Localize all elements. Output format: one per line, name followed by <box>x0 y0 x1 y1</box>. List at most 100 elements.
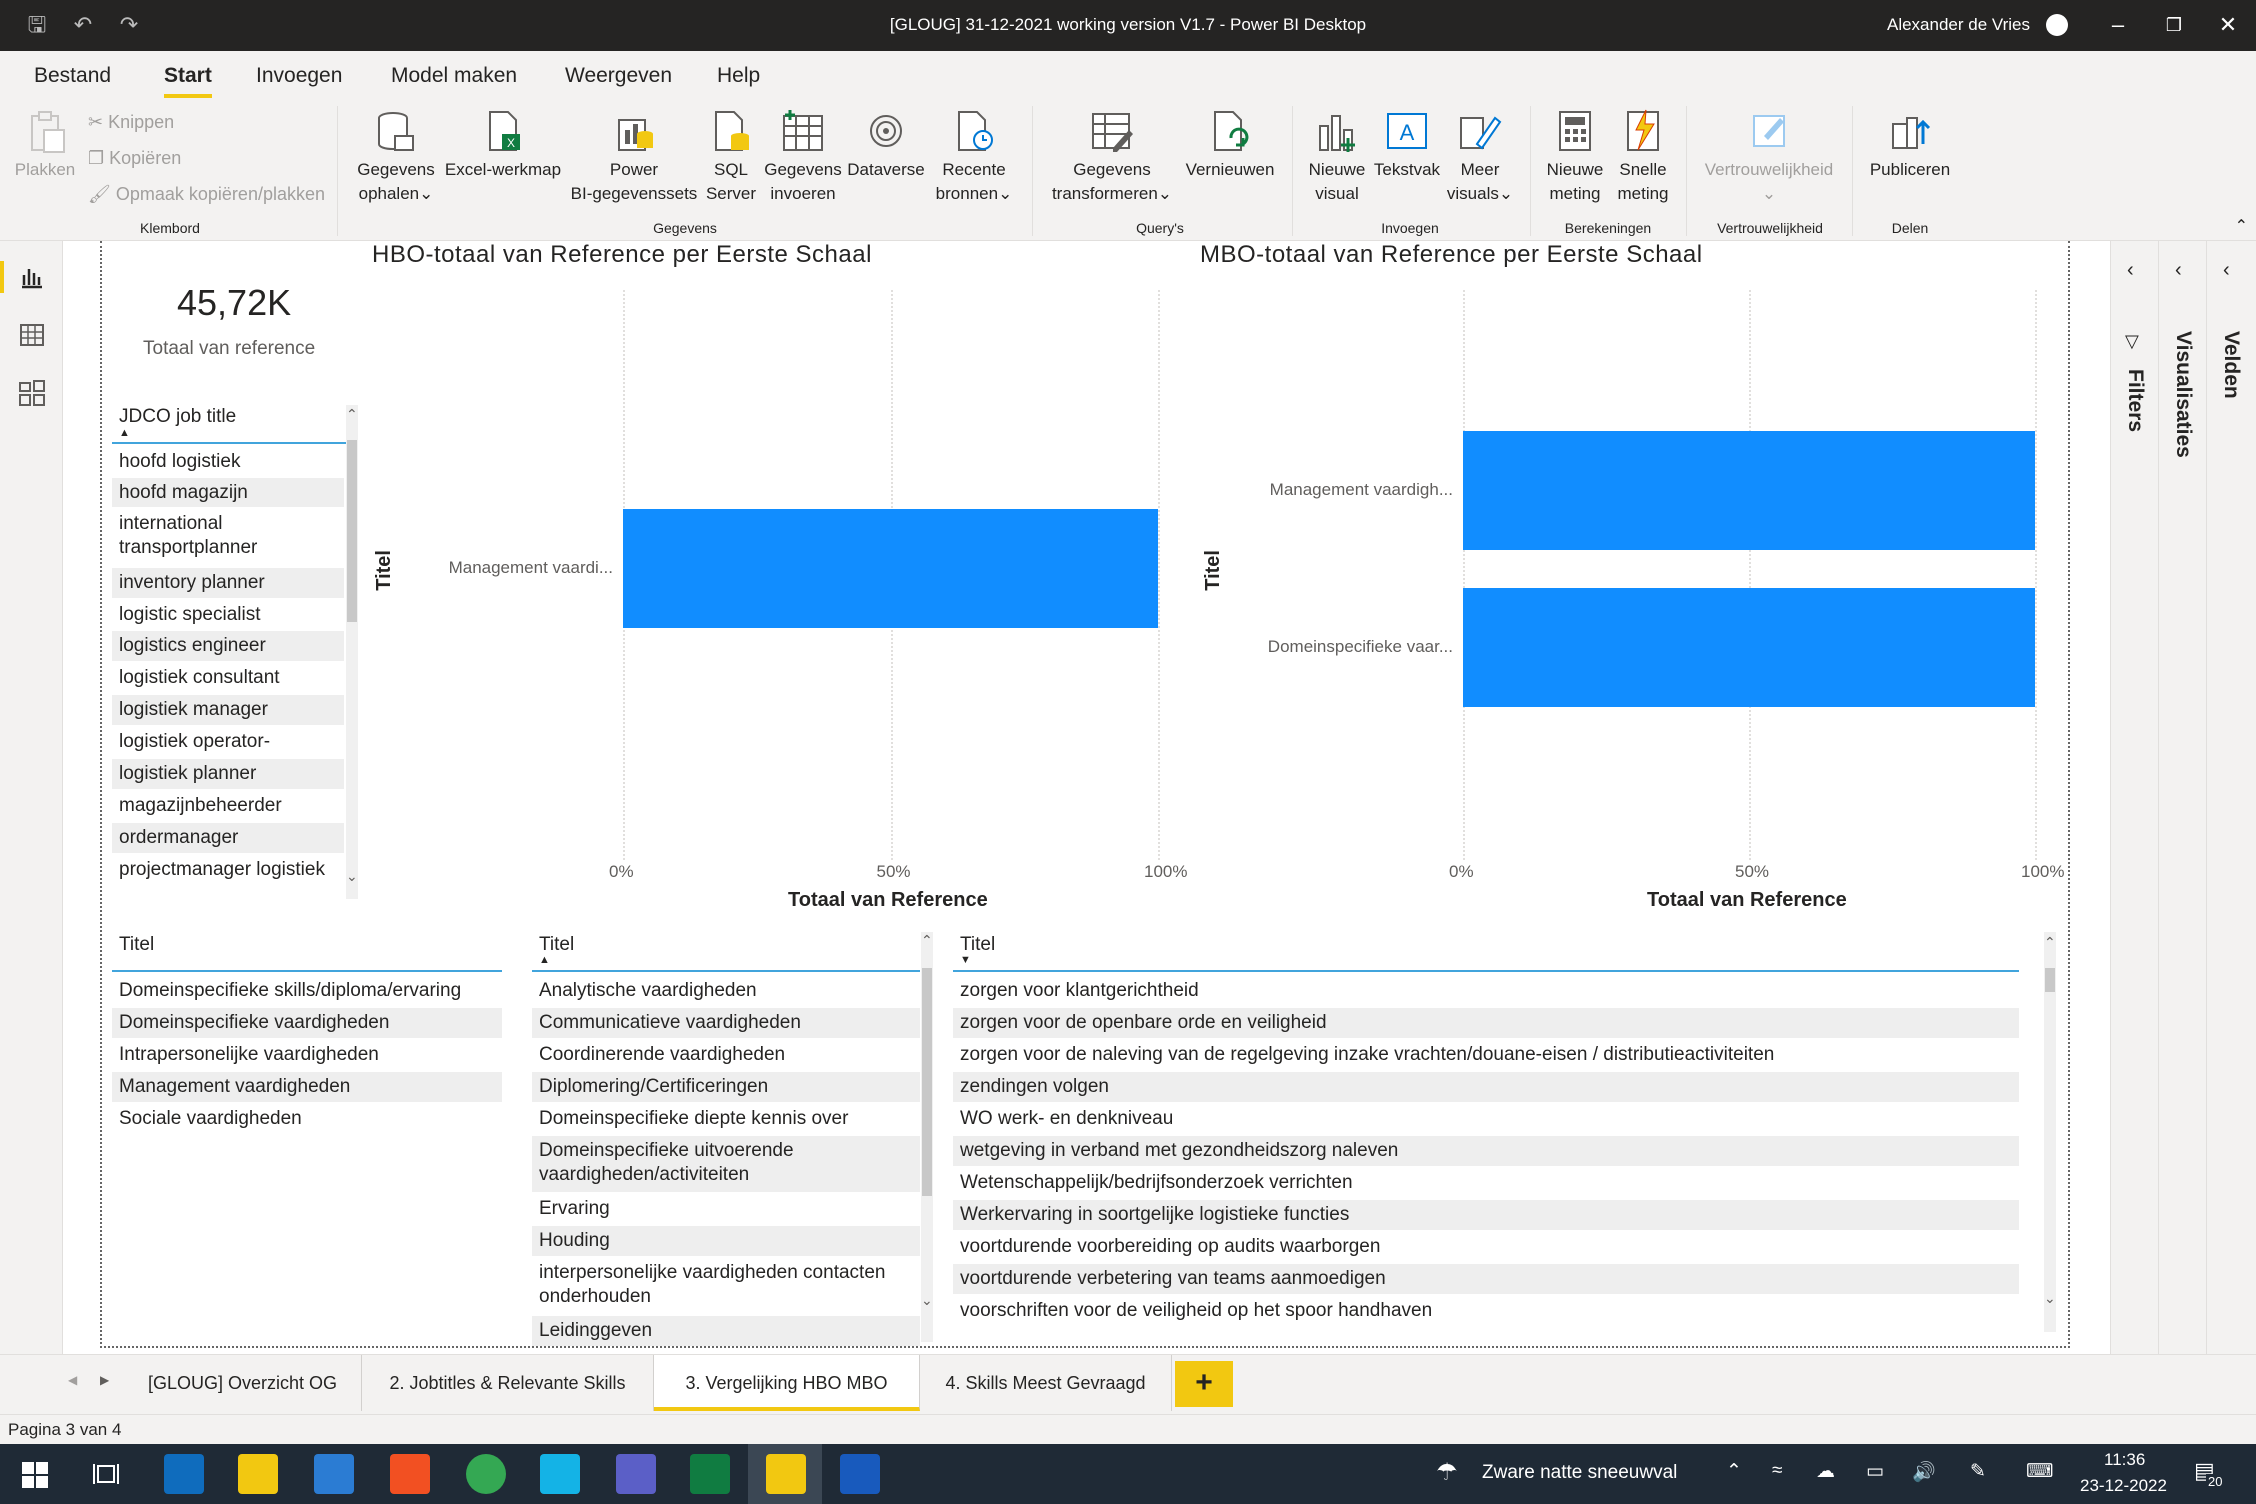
chrome-icon[interactable] <box>466 1454 506 1494</box>
chevron-left-icon[interactable]: ‹ <box>2127 259 2134 282</box>
slicer-item[interactable]: ordermanager <box>112 823 344 853</box>
slicer-item[interactable]: zorgen voor de openbare orde en veilighe… <box>953 1008 2019 1038</box>
slicer-item[interactable]: WO werk- en denkniveau <box>953 1104 2019 1134</box>
slicer-item[interactable]: wetgeving in verband met gezondheidszorg… <box>953 1136 2019 1166</box>
keyboard-icon[interactable]: ⌨ <box>2026 1460 2053 1483</box>
publish-button[interactable]: Publiceren <box>1862 108 1958 182</box>
model-view-icon[interactable] <box>18 379 46 407</box>
slicer-item[interactable]: zorgen voor klantgerichtheid <box>953 976 2019 1006</box>
scroll-down-icon[interactable]: ⌄ <box>346 868 358 885</box>
scrollbar-thumb[interactable] <box>2045 968 2055 992</box>
scrollbar-thumb[interactable] <box>347 440 357 622</box>
slicer-item[interactable]: logistic specialist <box>112 600 344 629</box>
slicer-item[interactable]: Sociale vaardigheden <box>112 1104 502 1134</box>
volume-icon[interactable]: 🔊 <box>1912 1460 1936 1484</box>
slicer-item[interactable]: Coordinerende vaardigheden <box>532 1040 920 1070</box>
menu-weergeven[interactable]: Weergeven <box>565 64 672 88</box>
pen-icon[interactable]: ✎ <box>1970 1460 1986 1483</box>
onedrive-icon[interactable]: ☁ <box>1816 1460 1835 1483</box>
word-icon[interactable] <box>840 1454 880 1494</box>
excel-taskbar-icon[interactable] <box>690 1454 730 1494</box>
store-icon[interactable] <box>390 1454 430 1494</box>
new-measure-button[interactable]: Nieuwe meting <box>1540 108 1610 206</box>
chevron-left-icon[interactable]: ‹ <box>2175 259 2182 282</box>
data-view-icon[interactable] <box>18 321 46 349</box>
slicer-item[interactable]: voortdurende verbetering van teams aanmo… <box>953 1264 2019 1294</box>
restore-icon[interactable]: ❐ <box>2154 10 2194 40</box>
slicer-item[interactable]: hoofd logistiek <box>112 447 344 476</box>
slicer-item[interactable]: interpersonelijke vaardigheden contacten… <box>532 1258 920 1314</box>
chevron-up-icon[interactable]: ⌃ <box>1726 1460 1742 1483</box>
slicer-header[interactable]: Titel <box>960 934 995 956</box>
cut-button[interactable]: ✂ Knippen <box>88 112 174 133</box>
slicer-item[interactable]: Diplomering/Certificeringen <box>532 1072 920 1102</box>
tab-overzicht-og[interactable]: [GLOUG] Overzicht OG <box>124 1355 362 1411</box>
slicer-item[interactable]: zendingen volgen <box>953 1072 2019 1102</box>
menu-model-maken[interactable]: Model maken <box>391 64 517 88</box>
scroll-down-icon[interactable]: ⌄ <box>2044 1290 2056 1307</box>
paste-button[interactable]: Plakken <box>12 108 78 182</box>
scroll-up-icon[interactable]: ⌃ <box>346 406 358 423</box>
chevron-left-icon[interactable]: ‹ <box>2223 259 2230 282</box>
filters-label[interactable]: Filters <box>2123 369 2147 432</box>
tab-prev-icon[interactable]: ◀ <box>68 1373 77 1387</box>
scroll-up-icon[interactable]: ⌃ <box>2044 934 2056 951</box>
tab-skills[interactable]: 4. Skills Meest Gevraagd <box>920 1355 1172 1411</box>
slicer-header[interactable]: JDCO job title <box>119 406 236 428</box>
menu-invoegen[interactable]: Invoegen <box>256 64 342 88</box>
transform-data-button[interactable]: Gegevens transformeren⌄ <box>1044 108 1180 206</box>
fields-pane[interactable]: ‹ Velden <box>2206 241 2254 1354</box>
new-visual-button[interactable]: Nieuwe visual <box>1304 108 1370 206</box>
slicer-item[interactable]: voorschriften voor de veiligheid op het … <box>953 1296 2019 1326</box>
refresh-button[interactable]: Vernieuwen <box>1180 108 1280 182</box>
slicer-item[interactable]: Houding <box>532 1226 920 1256</box>
scrollbar-thumb[interactable] <box>922 968 932 1196</box>
weather-icon[interactable]: ☂ <box>1436 1458 1458 1487</box>
sort-up-icon[interactable]: ▲ <box>119 427 130 439</box>
collapse-ribbon-icon[interactable]: ⌃ <box>2235 216 2248 236</box>
slicer-item[interactable]: Analytische vaardigheden <box>532 976 920 1006</box>
sensitivity-button[interactable]: Vertrouwelijkheid ⌄ <box>1692 108 1846 206</box>
power-bi-icon[interactable] <box>766 1454 806 1494</box>
slicer-item[interactable]: hoofd magazijn <box>112 478 344 507</box>
slicer-item[interactable]: logistics engineer <box>112 631 344 661</box>
slicer-header[interactable]: Titel <box>539 934 574 956</box>
slicer-item[interactable]: Domeinspecifieke diepte kennis over <box>532 1104 920 1134</box>
more-visuals-button[interactable]: Meer visuals⌄ <box>1444 108 1516 206</box>
weather-text[interactable]: Zware natte sneeuwval <box>1482 1462 1677 1484</box>
visualizations-label[interactable]: Visualisaties <box>2171 331 2195 458</box>
wifi-icon[interactable]: ≈ <box>1772 1460 1782 1482</box>
slicer-item[interactable]: Domeinspecifieke uitvoerende vaardighede… <box>532 1136 920 1192</box>
tab-jobtitles[interactable]: 2. Jobtitles & Relevante Skills <box>362 1355 654 1411</box>
windows-start-icon[interactable] <box>22 1462 48 1488</box>
slicer-item[interactable]: Werkervaring in soortgelijke logistieke … <box>953 1200 2019 1230</box>
slicer-item[interactable]: Domeinspecifieke skills/diploma/ervaring <box>112 976 502 1006</box>
visualizations-pane[interactable]: ‹ Visualisaties <box>2158 241 2206 1354</box>
slicer-header[interactable]: Titel <box>119 934 154 956</box>
slicer-item[interactable]: international transportplanner <box>112 509 344 566</box>
slicer-item[interactable]: Leidinggeven <box>532 1316 920 1346</box>
power-bi-datasets-button[interactable]: Power BI-gegevenssets <box>566 108 702 206</box>
slicer-item[interactable]: Intrapersonelijke vaardigheden <box>112 1040 502 1070</box>
outlook-icon[interactable] <box>164 1454 204 1494</box>
add-page-button[interactable]: + <box>1175 1361 1233 1407</box>
menu-bestand[interactable]: Bestand <box>34 64 111 88</box>
get-data-button[interactable]: Gegevens ophalen⌄ <box>350 108 442 206</box>
tab-vergelijking[interactable]: 3. Vergelijking HBO MBO <box>654 1355 920 1411</box>
slicer-item[interactable]: Domeinspecifieke vaardigheden <box>112 1008 502 1038</box>
menu-start[interactable]: Start <box>164 64 212 98</box>
format-painter-button[interactable]: 🖌 Opmaak kopiëren/plakken <box>88 184 325 205</box>
sql-server-button[interactable]: SQL Server <box>700 108 762 206</box>
slicer-item[interactable]: Wetenschappelijk/bedrijfsonderzoek verri… <box>953 1168 2019 1198</box>
text-box-button[interactable]: A Tekstvak <box>1370 108 1444 182</box>
slicer-item[interactable]: logistiek planner <box>112 759 344 789</box>
slicer-item[interactable]: Ervaring <box>532 1194 920 1224</box>
slicer-item[interactable]: logistiek operator- <box>112 727 344 757</box>
menu-help[interactable]: Help <box>717 64 760 88</box>
slicer-item[interactable]: inventory planner <box>112 568 344 598</box>
user-name[interactable]: Alexander de Vries <box>1887 15 2030 35</box>
sort-down-icon[interactable]: ▼ <box>960 954 971 966</box>
task-view-icon[interactable] <box>92 1460 120 1488</box>
enter-data-button[interactable]: Gegevens invoeren <box>762 108 844 206</box>
avatar[interactable] <box>2046 14 2068 36</box>
